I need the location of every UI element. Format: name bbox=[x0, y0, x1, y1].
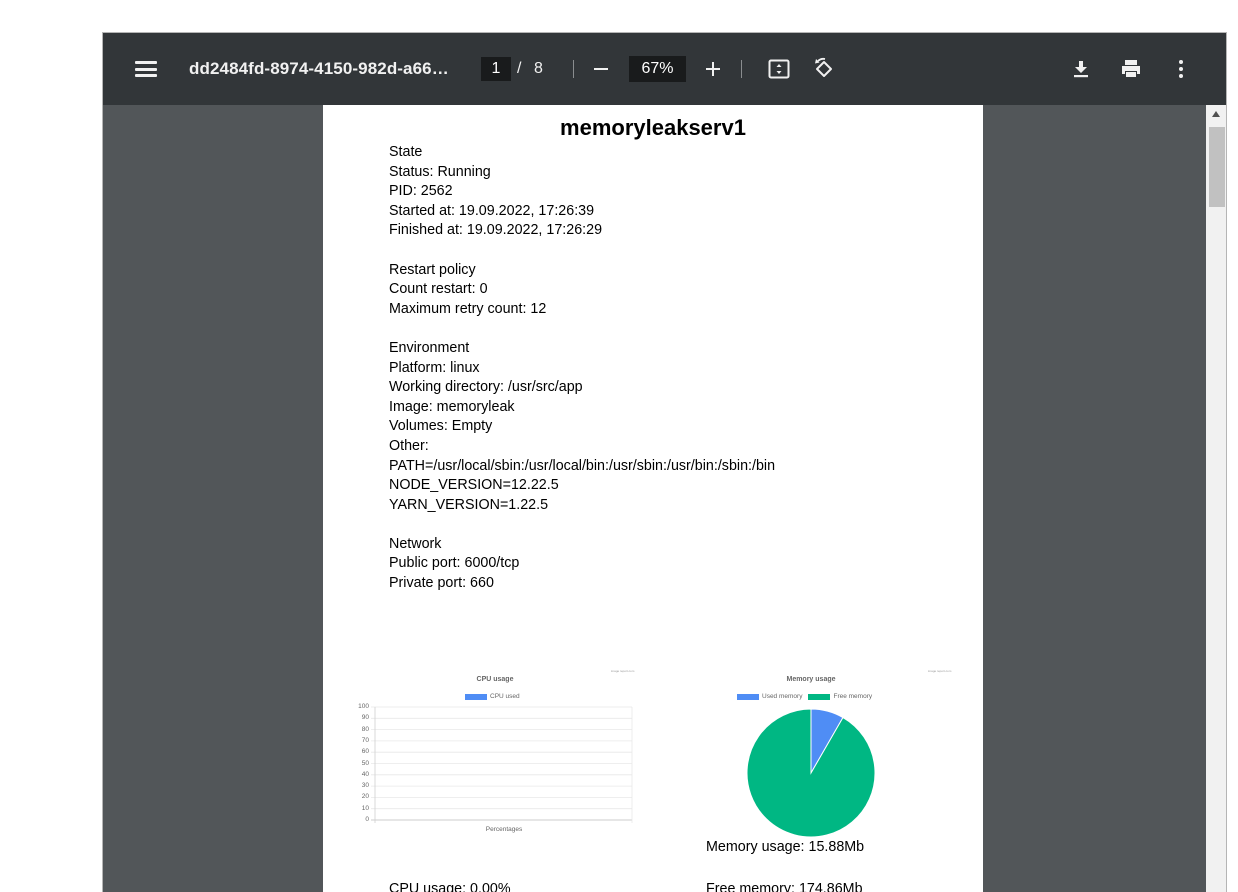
more-options-button[interactable] bbox=[1167, 55, 1195, 83]
download-button[interactable] bbox=[1067, 55, 1095, 83]
rotate-button[interactable] bbox=[810, 55, 838, 83]
vertical-scrollbar[interactable] bbox=[1206, 105, 1226, 892]
zoom-out-button[interactable] bbox=[587, 55, 615, 83]
fit-page-button[interactable] bbox=[765, 55, 793, 83]
memory-pie-chart bbox=[746, 708, 876, 838]
cpu-usage-text: CPU usage: 0.00% bbox=[389, 881, 511, 892]
free-memory-text: Free memory: 174.86Mb bbox=[706, 881, 863, 892]
scroll-up-button[interactable] bbox=[1206, 105, 1226, 123]
memory-usage-text: Memory usage: 15.88Mb bbox=[706, 839, 865, 855]
menu-icon bbox=[135, 61, 157, 77]
print-icon bbox=[1122, 60, 1140, 77]
toolbar-divider bbox=[741, 60, 742, 78]
scroll-up-arrow-icon bbox=[1212, 111, 1220, 117]
menu-button[interactable] bbox=[131, 33, 161, 105]
rotate-icon bbox=[815, 57, 832, 77]
viewer-toolbar: dd2484fd-8974-4150-982d-a66… 1 / 8 67% bbox=[103, 33, 1226, 105]
scrollbar-thumb[interactable] bbox=[1209, 127, 1225, 207]
pdf-viewer: dd2484fd-8974-4150-982d-a66… 1 / 8 67% m… bbox=[102, 32, 1227, 892]
total-pages: 8 bbox=[534, 60, 543, 77]
page-separator: / bbox=[517, 60, 522, 77]
zoom-level-input[interactable]: 67% bbox=[629, 56, 686, 82]
download-icon bbox=[1074, 61, 1088, 78]
more-options-icon bbox=[1179, 60, 1183, 78]
file-name: dd2484fd-8974-4150-982d-a66… bbox=[189, 59, 449, 78]
print-button[interactable] bbox=[1117, 55, 1145, 83]
zoom-in-button[interactable] bbox=[699, 55, 727, 83]
page-number-input[interactable]: 1 bbox=[481, 57, 511, 81]
pdf-page: memoryleakserv1 State Status: Running PI… bbox=[323, 105, 983, 892]
plus-icon bbox=[706, 62, 720, 76]
toolbar-divider bbox=[573, 60, 574, 78]
pie-slice-free-memory bbox=[746, 708, 876, 838]
minus-icon bbox=[594, 68, 608, 70]
fit-page-icon bbox=[768, 59, 790, 79]
